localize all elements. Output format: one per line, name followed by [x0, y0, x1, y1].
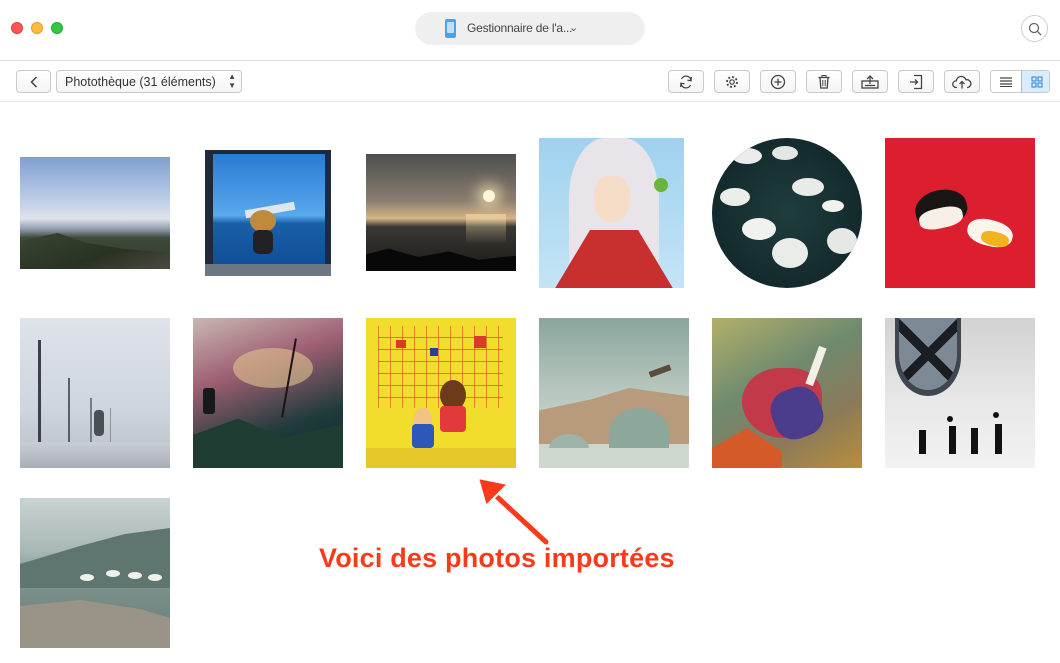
- grid-icon: [1031, 76, 1042, 87]
- photo-coastal-cliff[interactable]: [20, 157, 170, 269]
- search-button[interactable]: [1021, 15, 1048, 42]
- gear-icon: [726, 75, 738, 88]
- album-select-label: Photothèque (31 éléments): [65, 75, 216, 89]
- toolbar: Photothèque (31 éléments) ▲ ▼: [0, 61, 1060, 101]
- send-icon: [910, 74, 923, 89]
- refresh-icon: [680, 74, 692, 89]
- photo-swans[interactable]: [712, 138, 862, 288]
- export-to-computer-button[interactable]: [852, 70, 888, 93]
- photo-red-illustration[interactable]: [885, 138, 1035, 288]
- list-view-button[interactable]: [991, 71, 1021, 92]
- album-select[interactable]: Photothèque (31 éléments) ▲ ▼: [56, 70, 242, 93]
- export-icon: [861, 74, 879, 89]
- trash-icon: [818, 74, 830, 89]
- device-selector[interactable]: Gestionnaire de l'a... ⌄: [415, 12, 645, 45]
- chevron-down-icon: ⌄: [569, 22, 579, 34]
- minimize-window-button[interactable]: [31, 22, 43, 34]
- list-icon: [1000, 76, 1012, 87]
- photo-painted-landscape[interactable]: [193, 318, 343, 468]
- send-to-device-button[interactable]: [898, 70, 934, 93]
- photo-window-doll-ocean[interactable]: [205, 150, 331, 276]
- photo-stone-bridge[interactable]: [539, 318, 689, 468]
- refresh-button[interactable]: [668, 70, 704, 93]
- photo-museum-figures[interactable]: [366, 318, 516, 468]
- photo-people-balloons[interactable]: [885, 318, 1035, 468]
- photo-foggy-poles[interactable]: [20, 318, 170, 468]
- phone-icon: [445, 19, 456, 38]
- search-icon: [1028, 22, 1042, 36]
- select-arrows-icon: ▲ ▼: [228, 72, 236, 90]
- photo-mountain-geese[interactable]: [20, 498, 170, 648]
- delete-button[interactable]: [806, 70, 842, 93]
- chevron-left-icon: [29, 75, 37, 88]
- grid-view-button[interactable]: [1021, 71, 1049, 92]
- annotation-arrow-icon: [476, 476, 551, 547]
- settings-button[interactable]: [714, 70, 750, 93]
- back-button[interactable]: [16, 70, 51, 93]
- photo-sunset-sea[interactable]: [366, 154, 516, 271]
- plus-circle-icon: [770, 74, 786, 89]
- add-button[interactable]: [760, 70, 796, 93]
- close-window-button[interactable]: [11, 22, 23, 34]
- toolbar-divider: [0, 101, 1060, 102]
- annotation-label: Voici des photos importées: [319, 543, 675, 573]
- cloud-upload-icon: [952, 75, 972, 88]
- title-bar: Gestionnaire de l'a... ⌄: [0, 0, 1060, 58]
- maximize-window-button[interactable]: [51, 22, 63, 34]
- photo-anime-character[interactable]: [539, 138, 684, 288]
- photo-bird-painting[interactable]: [712, 318, 862, 468]
- upload-cloud-button[interactable]: [944, 70, 980, 93]
- device-name: Gestionnaire de l'a...: [467, 21, 573, 35]
- view-mode-toggle: [990, 70, 1050, 93]
